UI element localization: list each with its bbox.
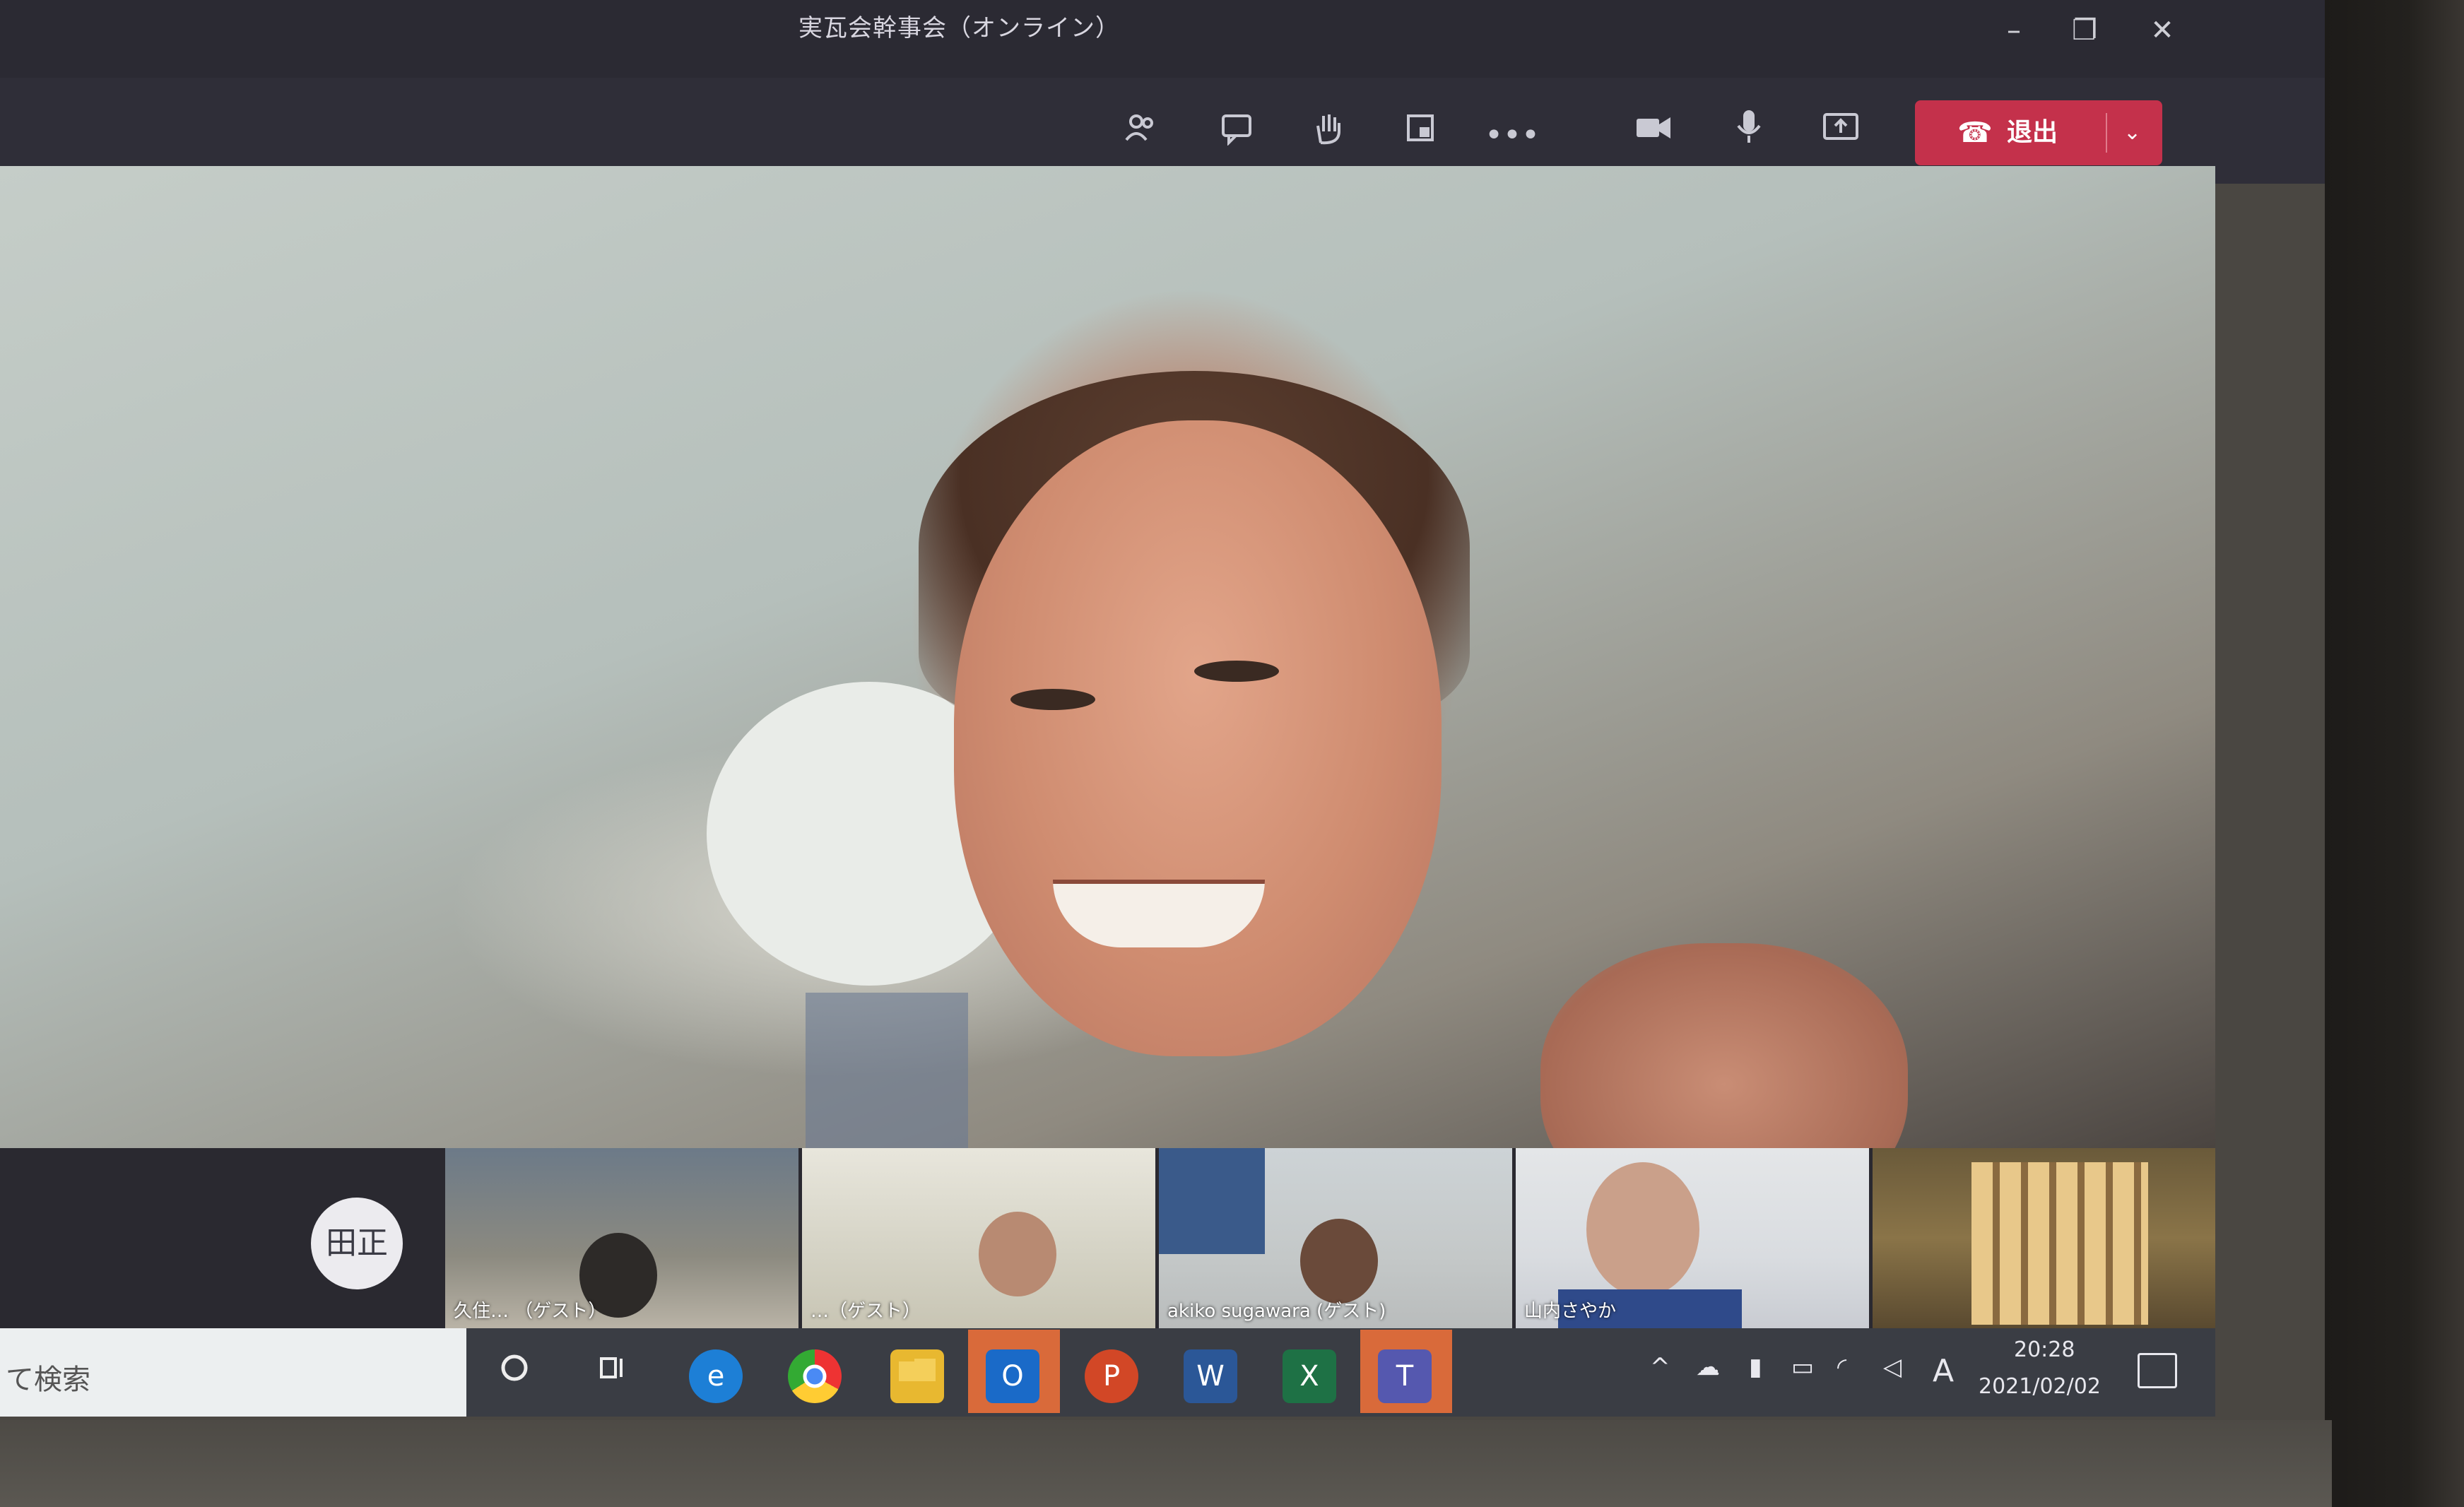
wifi-icon[interactable]: ◜ [1837,1353,1846,1381]
participant-video [1971,1162,2148,1325]
chevron-down-icon[interactable]: ⌄ [2123,100,2141,165]
taskbar-search-box[interactable]: て検索 [0,1328,466,1417]
participant-tile[interactable]: 久住… （ゲスト） [445,1148,798,1328]
people-icon[interactable] [1113,107,1169,164]
speaker-face [954,420,1442,1056]
participant-video [1586,1162,1699,1296]
camera-icon[interactable] [1625,107,1682,164]
cortana-icon[interactable] [488,1349,541,1403]
wall-poster [1159,1148,1265,1254]
minimize-button[interactable]: – [1993,13,2035,48]
title-bar: 実瓦会幹事会（オンライン） – ❐ ✕ [0,0,2325,78]
leave-button[interactable]: ☎ 退出 ⌄ [1915,100,2162,165]
teams-icon[interactable]: T [1378,1349,1432,1403]
onedrive-icon[interactable]: ☁ [1696,1353,1720,1381]
breakout-rooms-icon[interactable] [1392,107,1449,164]
divider [2106,113,2107,153]
eye [1194,661,1279,682]
participant-name: 山内さやか [1524,1301,1617,1322]
participant-tile[interactable] [1873,1148,2215,1328]
edge-icon[interactable]: e [689,1349,743,1403]
powerpoint-icon[interactable]: P [1085,1349,1138,1403]
participant-tile[interactable]: akiko sugawara (ゲスト) [1159,1148,1512,1328]
clock-time[interactable]: 20:28 [2014,1337,2075,1362]
word-icon[interactable]: W [1184,1349,1237,1403]
volume-icon[interactable]: ◁ [1883,1353,1902,1381]
participant-tile[interactable]: 山内さやか [1516,1148,1869,1328]
search-placeholder: て検索 [6,1364,90,1396]
participant-avatar[interactable]: 田正 [311,1198,403,1289]
microphone-icon[interactable] [1721,107,1777,164]
raise-hand-icon[interactable] [1300,107,1357,164]
battery-icon[interactable]: ▭ [1791,1353,1814,1381]
excel-icon[interactable]: X [1283,1349,1336,1403]
chevron-up-icon[interactable]: ^ [1650,1353,1670,1381]
outlook-icon[interactable]: O [986,1349,1039,1403]
microphone-tray-icon[interactable]: ▮ [1749,1353,1762,1381]
chrome-icon[interactable] [788,1349,842,1403]
ime-indicator[interactable]: A [1933,1353,1954,1389]
clock-date[interactable]: 2021/02/02 [1979,1374,2101,1399]
participant-name: akiko sugawara (ゲスト) [1167,1301,1386,1322]
window-title: 実瓦会幹事会（オンライン） [798,14,1120,42]
leave-label: 退出 [2007,118,2058,147]
chat-icon[interactable] [1208,107,1265,164]
eye [1010,689,1095,710]
participant-video [979,1212,1056,1296]
wall-background [2325,0,2464,1507]
participant-video [1300,1219,1378,1304]
share-screen-icon[interactable] [1812,107,1869,164]
main-video-feed [0,166,2215,1314]
participant-name: 久住… （ゲスト） [454,1301,607,1322]
more-options-button[interactable]: ••• [1484,107,1540,164]
notification-center-icon[interactable] [2138,1353,2177,1388]
restore-button[interactable]: ❐ [2063,13,2106,48]
participant-name: …（ゲスト） [810,1301,921,1322]
file-explorer-icon[interactable] [890,1349,944,1403]
close-button[interactable]: ✕ [2141,13,2183,48]
phone-hangup-icon: ☎ [1957,117,1993,149]
participant-tile[interactable]: …（ゲスト） [802,1148,1155,1328]
task-view-icon[interactable] [586,1349,640,1403]
wall-below-screen [0,1420,2332,1507]
